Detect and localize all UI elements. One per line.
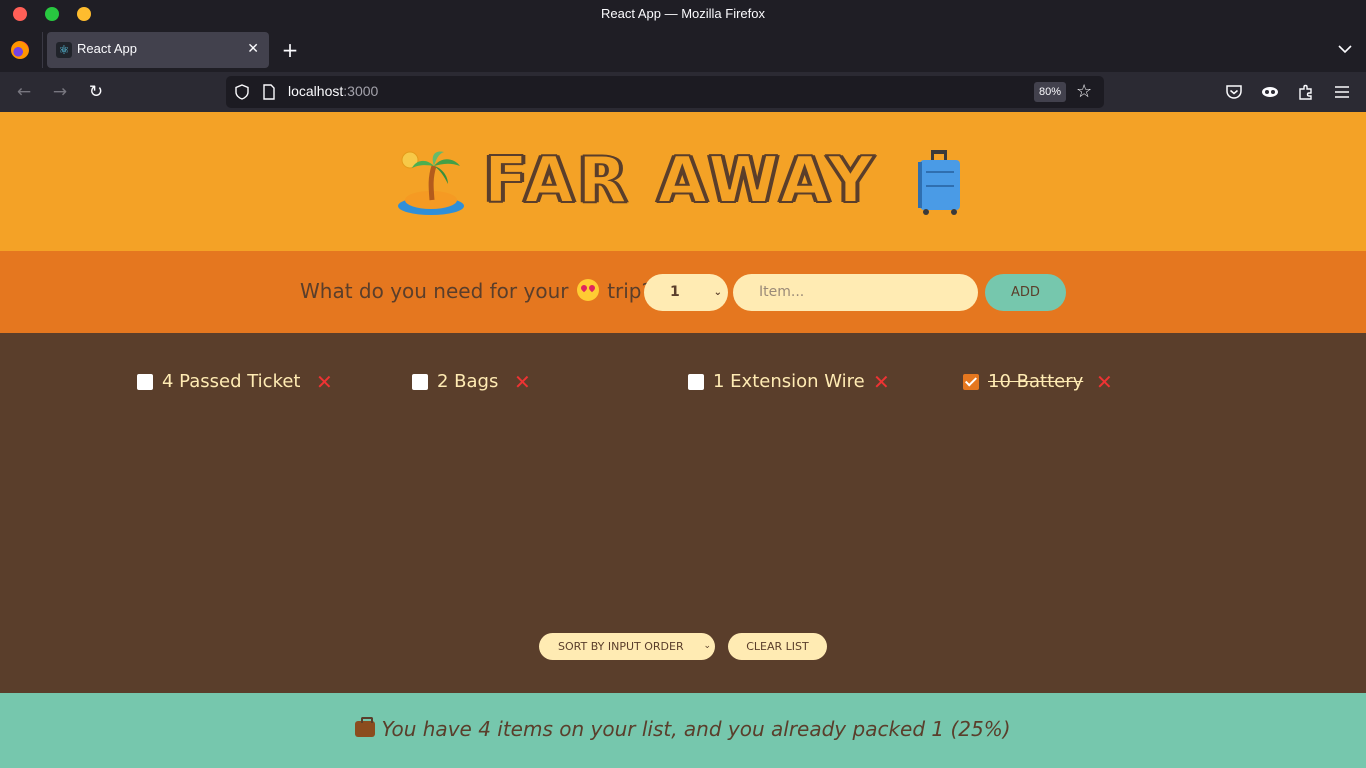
item-label: 1 Extension Wire [713, 371, 865, 392]
sort-select[interactable]: SORT BY INPUT ORDER ⌄ [539, 633, 715, 660]
packed-checkbox[interactable] [688, 374, 704, 390]
chevron-down-icon: ⌄ [703, 641, 711, 651]
item-label: 2 Bags [437, 371, 499, 392]
list-item: 10 Battery ✕ [963, 371, 1123, 393]
tracking-protection-icon[interactable] [234, 84, 250, 100]
tab-label: React App [77, 41, 137, 56]
forward-button[interactable]: → [46, 78, 74, 106]
add-button[interactable]: ADD [985, 274, 1066, 311]
extension-mask-icon[interactable] [1260, 82, 1280, 102]
navigation-toolbar: ← → ↻ localhost:3000 80% ☆ [0, 72, 1366, 112]
app-root: FAR AWAY What do you need for your trip?… [0, 112, 1366, 768]
luggage-icon [918, 150, 960, 215]
close-tab-icon[interactable]: ✕ [247, 40, 259, 58]
list-item: 4 Passed Ticket ✕ [137, 371, 337, 393]
app-header: FAR AWAY [0, 112, 1366, 251]
tab-bar: ⚛ React App ✕ + [0, 28, 1366, 72]
add-item-form: What do you need for your trip? 1 ⌄ ADD [0, 251, 1366, 333]
list-item: 1 Extension Wire ✕ [688, 371, 898, 393]
clear-list-button[interactable]: CLEAR LIST [728, 633, 827, 660]
packed-checkbox[interactable] [137, 374, 153, 390]
form-question: What do you need for your trip? [300, 279, 653, 303]
stats-footer: You have 4 items on your list, and you a… [0, 693, 1366, 768]
delete-item-icon[interactable]: ✕ [1096, 371, 1113, 393]
firefox-logo-icon[interactable] [11, 41, 29, 59]
packing-list: 4 Passed Ticket ✕ 2 Bags ✕ 1 Extension W… [0, 333, 1366, 693]
item-label: 10 Battery [988, 371, 1084, 392]
packed-checkbox[interactable] [412, 374, 428, 390]
desert-island-icon [398, 151, 464, 215]
chevron-down-icon: ⌄ [713, 287, 722, 298]
hamburger-menu-icon[interactable] [1332, 82, 1352, 102]
back-button[interactable]: ← [10, 78, 38, 106]
heart-eyes-emoji-icon [576, 279, 599, 301]
tab-react-app[interactable]: ⚛ React App ✕ [47, 32, 269, 68]
list-item: 2 Bags ✕ [412, 371, 542, 393]
reload-button[interactable]: ↻ [82, 78, 110, 106]
bookmark-star-icon[interactable]: ☆ [1076, 81, 1092, 103]
delete-item-icon[interactable]: ✕ [316, 371, 333, 393]
tab-separator [42, 32, 43, 68]
page-info-icon[interactable] [262, 84, 276, 100]
url-text[interactable]: localhost:3000 [288, 83, 378, 99]
stats-text: You have 4 items on your list, and you a… [0, 717, 1366, 741]
quantity-select[interactable]: 1 ⌄ [644, 274, 728, 311]
item-input[interactable] [733, 274, 978, 311]
react-favicon-icon: ⚛ [56, 42, 72, 58]
zoom-level-badge[interactable]: 80% [1034, 82, 1067, 102]
item-label: 4 Passed Ticket [162, 371, 301, 392]
url-bar[interactable]: localhost:3000 80% ☆ [226, 76, 1104, 108]
delete-item-icon[interactable]: ✕ [873, 371, 890, 393]
window-titlebar: React App — Mozilla Firefox [0, 0, 1366, 28]
briefcase-icon [355, 717, 376, 737]
delete-item-icon[interactable]: ✕ [514, 371, 531, 393]
window-title: React App — Mozilla Firefox [600, 6, 765, 21]
new-tab-button[interactable]: + [280, 37, 300, 63]
list-actions: SORT BY INPUT ORDER ⌄ CLEAR LIST [0, 633, 1366, 663]
list-all-tabs-icon[interactable] [1336, 40, 1354, 58]
pocket-icon[interactable] [1224, 82, 1244, 102]
app-title: FAR AWAY [483, 144, 878, 218]
extensions-puzzle-icon[interactable] [1296, 82, 1316, 102]
packed-checkbox[interactable] [963, 374, 979, 390]
